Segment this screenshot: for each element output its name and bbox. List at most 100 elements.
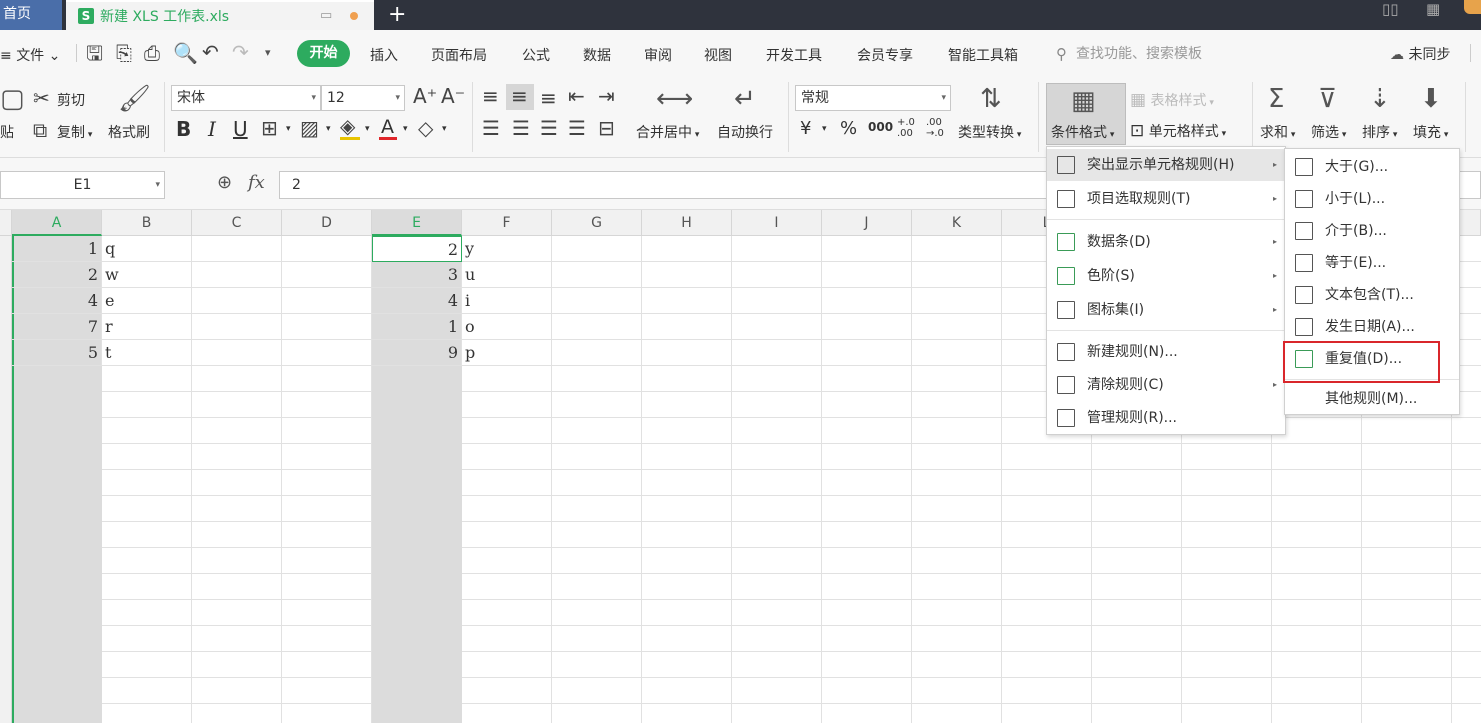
font-color-button[interactable]: A: [381, 116, 394, 138]
cell-f4[interactable]: o: [462, 314, 552, 340]
type-convert-button[interactable]: 类型转换 ▾: [958, 122, 1021, 142]
column-header-f[interactable]: F: [462, 210, 552, 236]
align-center-icon[interactable]: ☰: [512, 118, 530, 138]
font-name-select[interactable]: 宋体 ▾: [171, 85, 321, 111]
monitor-icon[interactable]: ▭: [320, 8, 332, 23]
type-convert-icon[interactable]: ⇅: [980, 86, 1002, 112]
tab-smart-tools[interactable]: 智能工具箱: [948, 45, 1018, 65]
eraser-dropdown-icon[interactable]: ▾: [442, 124, 447, 134]
column-header-h[interactable]: H: [642, 210, 732, 236]
tab-document[interactable]: S 新建 XLS 工作表.xls ▭: [66, 0, 374, 30]
filter-button[interactable]: 筛选 ▾: [1311, 122, 1346, 142]
column-header-a[interactable]: A: [12, 210, 102, 236]
tab-page-layout[interactable]: 页面布局: [431, 45, 487, 65]
merge-center-icon[interactable]: ⟷: [656, 86, 693, 112]
cell-b5[interactable]: t: [102, 340, 192, 366]
align-top-icon[interactable]: ≡: [482, 86, 499, 106]
fill-button[interactable]: 填充 ▾: [1413, 122, 1448, 142]
pattern-dropdown-icon[interactable]: ▾: [326, 124, 331, 134]
cell-b2[interactable]: w: [102, 262, 192, 288]
column-header-b[interactable]: B: [102, 210, 192, 236]
menu-item-clear-rules[interactable]: 清除规则(C) ▸: [1047, 369, 1285, 401]
cut-button[interactable]: 剪切: [57, 90, 85, 110]
sort-button[interactable]: 排序 ▾: [1362, 122, 1397, 142]
export-pdf-icon[interactable]: ⎘: [116, 43, 132, 63]
menu-item-data-bars[interactable]: 数据条(D) ▸: [1047, 226, 1285, 258]
new-tab-button[interactable]: +: [388, 2, 406, 27]
column-header-j[interactable]: J: [822, 210, 912, 236]
borders-dropdown-icon[interactable]: ▾: [286, 124, 291, 134]
column-header-k[interactable]: K: [912, 210, 1002, 236]
tab-developer[interactable]: 开发工具: [766, 45, 822, 65]
cut-icon[interactable]: ✂: [33, 88, 50, 108]
table-style-button[interactable]: ▦ 表格样式 ▾: [1130, 90, 1214, 110]
tab-formulas[interactable]: 公式: [522, 45, 550, 65]
search-function-box[interactable]: ⚲ 查找功能、搜索模板: [1048, 41, 1228, 67]
user-avatar[interactable]: [1464, 0, 1481, 14]
cell-fill-pattern-icon[interactable]: ▨: [300, 118, 319, 138]
sync-status[interactable]: ☁ 未同步: [1390, 44, 1450, 64]
column-header-c[interactable]: C: [192, 210, 282, 236]
decrease-decimal-button[interactable]: .00 →.0: [926, 117, 948, 139]
wrap-text-icon[interactable]: ↵: [734, 86, 756, 112]
merge-center-button[interactable]: 合并居中 ▾: [636, 122, 699, 142]
font-size-select[interactable]: 12 ▾: [321, 85, 405, 111]
fill-dropdown-icon[interactable]: ▾: [365, 124, 370, 134]
fill-icon[interactable]: ⬇: [1420, 86, 1442, 112]
bold-button[interactable]: B: [176, 117, 191, 141]
percent-button[interactable]: %: [840, 118, 857, 139]
submenu-item-between[interactable]: 介于(B)...: [1285, 215, 1459, 247]
distributed-align-icon[interactable]: ⊟: [598, 118, 615, 138]
cell-style-button[interactable]: ⊡ 单元格样式 ▾: [1130, 121, 1226, 141]
currency-button[interactable]: ¥: [800, 118, 811, 139]
wrap-text-button[interactable]: 自动换行: [717, 122, 773, 142]
borders-icon[interactable]: ⊞: [261, 118, 278, 138]
menu-item-color-scales[interactable]: 色阶(S) ▸: [1047, 260, 1285, 292]
decrease-indent-icon[interactable]: ⇤: [568, 86, 585, 106]
quick-access-dropdown-icon[interactable]: ▾: [265, 46, 271, 59]
submenu-item-equal-to[interactable]: 等于(E)...: [1285, 247, 1459, 279]
filter-icon[interactable]: ⊽: [1318, 86, 1337, 112]
cell-e2[interactable]: 3: [372, 262, 462, 288]
save-icon[interactable]: 🖫: [86, 43, 103, 63]
cell-a2[interactable]: 2: [12, 262, 102, 288]
align-bottom-icon[interactable]: ≡: [540, 88, 557, 108]
cell-f3[interactable]: i: [462, 288, 552, 314]
cell-a5[interactable]: 5: [12, 340, 102, 366]
cell-a4[interactable]: 7: [12, 314, 102, 340]
cell-f2[interactable]: u: [462, 262, 552, 288]
thousands-separator-button[interactable]: 000: [868, 120, 893, 134]
cell-b1[interactable]: q: [102, 236, 192, 262]
menu-item-manage-rules[interactable]: 管理规则(R)...: [1047, 402, 1285, 434]
select-all-corner[interactable]: [0, 210, 12, 236]
tab-review[interactable]: 审阅: [644, 45, 672, 65]
menu-item-top-bottom-rules[interactable]: 项目选取规则(T) ▸: [1047, 183, 1285, 215]
cell-b4[interactable]: r: [102, 314, 192, 340]
cell-b3[interactable]: e: [102, 288, 192, 314]
tab-data[interactable]: 数据: [583, 45, 611, 65]
tab-member[interactable]: 会员专享: [857, 45, 913, 65]
menu-item-highlight-cell-rules[interactable]: 突出显示单元格规则(H) ▸: [1047, 149, 1285, 181]
tab-home-ribbon[interactable]: 开始: [297, 40, 350, 67]
tab-home[interactable]: 首页: [0, 0, 62, 30]
function-fx-button[interactable]: fx: [248, 172, 265, 193]
cell-a1[interactable]: 1: [12, 236, 102, 262]
align-right-icon[interactable]: ☰: [540, 118, 558, 138]
sort-icon[interactable]: ⇣: [1369, 86, 1391, 112]
menu-item-icon-sets[interactable]: 图标集(I) ▸: [1047, 294, 1285, 326]
conditional-format-button[interactable]: ▦ 条件格式 ▾: [1046, 83, 1126, 145]
format-painter-button[interactable]: 格式刷: [108, 122, 150, 142]
align-middle-button[interactable]: ≡: [506, 84, 534, 110]
sum-icon[interactable]: Σ: [1268, 86, 1284, 112]
fill-color-icon[interactable]: ◈: [340, 116, 355, 136]
eraser-icon[interactable]: ◇: [418, 118, 433, 138]
cell-f5[interactable]: p: [462, 340, 552, 366]
shrink-font-button[interactable]: A⁻: [441, 84, 465, 108]
copy-button[interactable]: 复制 ▾: [57, 122, 92, 142]
justify-icon[interactable]: ☰: [568, 118, 586, 138]
font-color-dropdown-icon[interactable]: ▾: [403, 124, 408, 134]
italic-button[interactable]: I: [208, 117, 216, 141]
number-format-select[interactable]: 常规 ▾: [795, 85, 951, 111]
paste-label[interactable]: 贴: [0, 122, 14, 142]
paste-icon[interactable]: ▢: [0, 86, 25, 112]
